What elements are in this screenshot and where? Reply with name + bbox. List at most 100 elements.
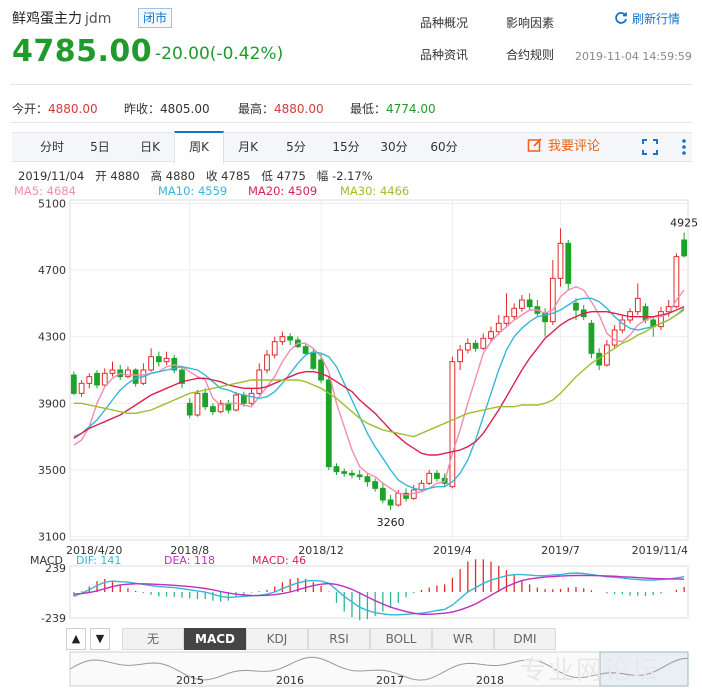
- scroll-up-button[interactable]: ▲: [66, 628, 86, 650]
- candle-body: [148, 356, 155, 371]
- candle-body: [279, 336, 286, 343]
- macd-legend-label: DEA: 118: [164, 554, 215, 567]
- indicator-boll[interactable]: BOLL: [370, 628, 432, 650]
- candle-body: [565, 242, 572, 284]
- candle-body: [457, 349, 464, 363]
- candle-body: [480, 337, 487, 349]
- candle-body: [449, 361, 456, 488]
- candle-body: [511, 307, 518, 318]
- candle-body: [163, 357, 170, 363]
- candle-body: [372, 481, 379, 489]
- stat-open-label: 今开：: [12, 102, 49, 116]
- candle-body: [271, 341, 278, 356]
- candle-body: [503, 316, 510, 324]
- stat-open: 今开：4880.00: [12, 100, 98, 117]
- candle-body: [634, 297, 641, 313]
- tab-5min[interactable]: 5分: [274, 133, 318, 161]
- tab-monthly-k[interactable]: 月K: [226, 133, 270, 161]
- tab-30min[interactable]: 30分: [372, 133, 416, 161]
- navigator-year-label: 2016: [276, 674, 304, 687]
- candle-body: [379, 487, 386, 501]
- indicator-rsi[interactable]: RSI: [308, 628, 370, 650]
- candle-body: [310, 352, 317, 369]
- link-product-news[interactable]: 品种资讯: [420, 46, 468, 63]
- candle-body: [155, 356, 162, 363]
- candle-body: [573, 302, 579, 311]
- candle-body: [78, 382, 85, 394]
- site-watermark: 专业网论坛: [520, 656, 661, 686]
- comment-label: 我要评论: [548, 139, 601, 154]
- candle-body: [233, 394, 239, 411]
- y-tick-label: 4300: [38, 331, 66, 344]
- stat-open-value: 4880.00: [48, 102, 98, 116]
- tab-5day[interactable]: 5日: [78, 133, 122, 161]
- candle-body: [395, 492, 402, 506]
- candle-body: [472, 342, 479, 349]
- more-options-icon[interactable]: [676, 137, 692, 157]
- macd-legend-label: DIF: 141: [76, 554, 121, 567]
- candle-body: [194, 392, 201, 416]
- candle-body: [256, 369, 263, 394]
- candle-body: [557, 242, 564, 279]
- tab-60min[interactable]: 60分: [422, 133, 466, 161]
- tab-intraday[interactable]: 分时: [30, 133, 74, 161]
- dif-line: [73, 572, 685, 616]
- x-tick-label: 2019/7: [541, 544, 580, 557]
- refresh-icon: [615, 12, 627, 24]
- tab-weekly-k[interactable]: 周K: [174, 131, 224, 164]
- scroll-down-button[interactable]: ▼: [90, 628, 110, 650]
- candle-body: [248, 392, 255, 404]
- market-status-badge: 闭市: [138, 8, 173, 28]
- last-price: 4785.00: [12, 34, 153, 69]
- candle-body: [526, 299, 533, 308]
- candle-body: [495, 322, 502, 333]
- x-tick-label: 2019/4: [433, 544, 472, 557]
- link-contract-rules[interactable]: 合约规则: [506, 46, 554, 63]
- stat-prev-value: 4805.00: [160, 102, 210, 116]
- macd-y-tick-label: 239: [45, 562, 66, 575]
- comment-button[interactable]: 我要评论: [527, 133, 600, 161]
- kline-chart[interactable]: 5100470043003900350031002018/4/20 2018/8 2…: [0, 190, 702, 700]
- divider: [10, 122, 692, 123]
- y-tick-label: 3900: [38, 397, 66, 410]
- candle-body: [109, 369, 116, 374]
- candle-body: [349, 472, 355, 476]
- macd-frame: [69, 565, 689, 619]
- ma5-line: [73, 285, 685, 496]
- stat-high-value: 4880.00: [274, 102, 324, 116]
- tab-15min[interactable]: 15分: [324, 133, 368, 161]
- link-influence-factors[interactable]: 影响因素: [506, 14, 554, 31]
- stat-low: 最低：4774.00: [350, 100, 436, 117]
- x-tick-label: 2019/11/4: [632, 544, 688, 557]
- navigator-year-label: 2018: [476, 674, 504, 687]
- candle-body: [611, 329, 618, 346]
- tab-daily-k[interactable]: 日K: [128, 133, 172, 161]
- instrument-code: jdm: [85, 11, 112, 27]
- y-tick-label: 4700: [38, 264, 66, 277]
- fullscreen-icon[interactable]: [642, 139, 658, 155]
- indicator-dmi[interactable]: DMI: [494, 628, 556, 650]
- link-product-overview[interactable]: 品种概况: [420, 14, 468, 31]
- price-change: -20.00(-0.42%): [155, 44, 284, 64]
- indicator-wr[interactable]: WR: [432, 628, 494, 650]
- instrument-name: 鲜鸡蛋主力: [12, 11, 82, 27]
- candle-body: [318, 359, 324, 381]
- period-tab-bar: 分时 5日 日K 周K 月K 5分 15分 30分 60分 我要评论: [12, 131, 692, 164]
- indicator-macd[interactable]: MACD: [184, 628, 246, 650]
- indicator-none[interactable]: 无: [122, 628, 184, 650]
- candle-body: [240, 394, 247, 404]
- edit-icon: [527, 138, 542, 152]
- stat-prev-close: 昨收：4805.00: [124, 100, 210, 117]
- candle-body: [642, 306, 649, 321]
- candle-body: [94, 372, 100, 386]
- candle-body: [302, 346, 309, 354]
- candle-body: [333, 466, 340, 473]
- y-tick-label: 3100: [38, 531, 66, 544]
- candle-info-line: 2019/11/04 开 4880 高 4880 收 4785 低 4775 幅…: [18, 169, 373, 183]
- candle-body: [86, 376, 93, 384]
- indicator-kdj[interactable]: KDJ: [246, 628, 308, 650]
- refresh-button[interactable]: 刷新行情: [614, 10, 680, 27]
- dea-line: [73, 574, 685, 615]
- candle-body: [464, 342, 471, 351]
- candle-body: [387, 499, 394, 506]
